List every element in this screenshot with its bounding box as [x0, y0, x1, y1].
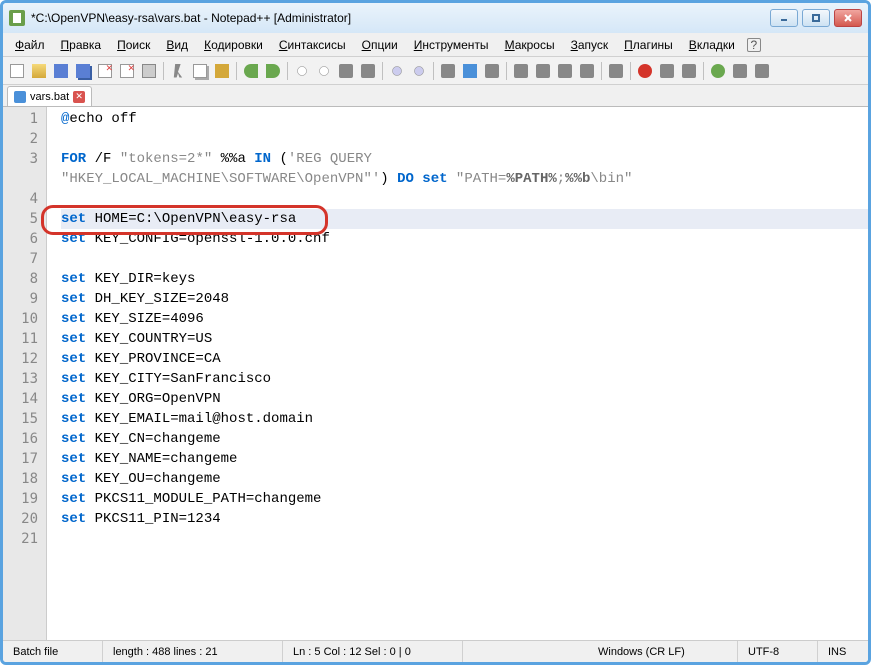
menu-инструменты[interactable]: Инструменты: [406, 35, 497, 55]
status-position: Ln : 5 Col : 12 Sel : 0 | 0: [283, 641, 463, 662]
code-line[interactable]: "HKEY_LOCAL_MACHINE\SOFTWARE\OpenVPN"') …: [61, 169, 868, 189]
toolbar-red-button[interactable]: [635, 61, 655, 81]
toolbar-gen-button[interactable]: [752, 61, 772, 81]
menu-синтаксисы[interactable]: Синтаксисы: [271, 35, 354, 55]
toolbar-close-button[interactable]: [95, 61, 115, 81]
code-line[interactable]: set HOME=C:\OpenVPN\easy-rsa: [61, 209, 868, 229]
code-content[interactable]: @echo off FOR /F "tokens=2*" %%a IN ('REG…: [47, 107, 868, 640]
maximize-button[interactable]: [802, 9, 830, 27]
toolbar-gen-button[interactable]: [577, 61, 597, 81]
code-line[interactable]: set KEY_OU=changeme: [61, 469, 868, 489]
tab-strip: vars.bat ✕: [3, 85, 868, 107]
code-line[interactable]: set KEY_CONFIG=openssl-1.0.0.cnf: [61, 229, 868, 249]
menu-плагины[interactable]: Плагины: [616, 35, 681, 55]
code-line[interactable]: set KEY_SIZE=4096: [61, 309, 868, 329]
status-length: length : 488 lines : 21: [103, 641, 283, 662]
toolbar-close-button[interactable]: [117, 61, 137, 81]
toolbar-gen-button[interactable]: [482, 61, 502, 81]
toolbar-redo-button[interactable]: [263, 61, 283, 81]
menubar: ФайлПравкаПоискВидКодировкиСинтаксисыОпц…: [3, 33, 868, 57]
code-line[interactable]: set PKCS11_PIN=1234: [61, 509, 868, 529]
code-line[interactable]: set KEY_EMAIL=mail@host.domain: [61, 409, 868, 429]
toolbar-open-button[interactable]: [29, 61, 49, 81]
toolbar-undo-button[interactable]: [241, 61, 261, 81]
code-line[interactable]: set KEY_COUNTRY=US: [61, 329, 868, 349]
code-line[interactable]: set KEY_ORG=OpenVPN: [61, 389, 868, 409]
toolbar-gen-button[interactable]: [679, 61, 699, 81]
menu-макросы[interactable]: Макросы: [497, 35, 563, 55]
status-eol[interactable]: Windows (CR LF): [588, 641, 738, 662]
code-line[interactable]: set KEY_CITY=SanFrancisco: [61, 369, 868, 389]
toolbar-gen-button[interactable]: [606, 61, 626, 81]
menu-вид[interactable]: Вид: [158, 35, 196, 55]
toolbar-new-button[interactable]: [7, 61, 27, 81]
menu-опции[interactable]: Опции: [354, 35, 406, 55]
minimize-button[interactable]: [770, 9, 798, 27]
toolbar-saveall-button[interactable]: [73, 61, 93, 81]
code-line[interactable]: set KEY_DIR=keys: [61, 269, 868, 289]
menu-файл[interactable]: Файл: [7, 35, 53, 55]
menu-запуск[interactable]: Запуск: [563, 35, 617, 55]
toolbar-copy-button[interactable]: [190, 61, 210, 81]
toolbar-gen-button[interactable]: [358, 61, 378, 81]
tab-varsbat[interactable]: vars.bat ✕: [7, 86, 92, 106]
toolbar-paste-button[interactable]: [212, 61, 232, 81]
code-line[interactable]: set KEY_PROVINCE=CA: [61, 349, 868, 369]
statusbar: Batch file length : 488 lines : 21 Ln : …: [3, 640, 868, 662]
code-line[interactable]: @echo off: [61, 109, 868, 129]
toolbar-print-button[interactable]: [139, 61, 159, 81]
line-gutter: 123456789101112131415161718192021: [3, 107, 47, 640]
menu-вкладки[interactable]: Вкладки: [681, 35, 743, 55]
toolbar-gen-button[interactable]: [730, 61, 750, 81]
code-line[interactable]: [61, 529, 868, 549]
window-title: *C:\OpenVPN\easy-rsa\vars.bat - Notepad+…: [31, 11, 770, 25]
menu-правка[interactable]: Правка: [53, 35, 110, 55]
toolbar-green-button[interactable]: [708, 61, 728, 81]
editor-area[interactable]: 123456789101112131415161718192021 @echo …: [3, 107, 868, 640]
status-mode[interactable]: INS: [818, 641, 868, 662]
close-button[interactable]: [834, 9, 862, 27]
code-line[interactable]: [61, 249, 868, 269]
toolbar-gen-button[interactable]: [555, 61, 575, 81]
tab-close-icon[interactable]: ✕: [73, 91, 85, 103]
code-line[interactable]: [61, 189, 868, 209]
tab-label: vars.bat: [30, 91, 69, 103]
status-filetype: Batch file: [3, 641, 103, 662]
code-line[interactable]: set DH_KEY_SIZE=2048: [61, 289, 868, 309]
file-icon: [14, 91, 26, 103]
titlebar[interactable]: *C:\OpenVPN\easy-rsa\vars.bat - Notepad+…: [3, 3, 868, 33]
toolbar-blue-button[interactable]: [460, 61, 480, 81]
code-line[interactable]: [61, 129, 868, 149]
menu-кодировки[interactable]: Кодировки: [196, 35, 271, 55]
code-line[interactable]: set PKCS11_MODULE_PATH=changeme: [61, 489, 868, 509]
code-line[interactable]: FOR /F "tokens=2*" %%a IN ('REG QUERY: [61, 149, 868, 169]
app-window: *C:\OpenVPN\easy-rsa\vars.bat - Notepad+…: [0, 0, 871, 665]
toolbar-cut-button[interactable]: [168, 61, 188, 81]
window-controls: [770, 9, 862, 27]
toolbar-zoom-button[interactable]: [387, 61, 407, 81]
code-line[interactable]: set KEY_CN=changeme: [61, 429, 868, 449]
menu-help-icon[interactable]: ?: [747, 38, 761, 52]
toolbar-gen-button[interactable]: [657, 61, 677, 81]
status-encoding[interactable]: UTF-8: [738, 641, 818, 662]
toolbar-save-button[interactable]: [51, 61, 71, 81]
app-icon: [9, 10, 25, 26]
code-line[interactable]: set KEY_NAME=changeme: [61, 449, 868, 469]
toolbar-gen-button[interactable]: [533, 61, 553, 81]
toolbar: [3, 57, 868, 85]
menu-поиск[interactable]: Поиск: [109, 35, 158, 55]
toolbar-gen-button[interactable]: [336, 61, 356, 81]
toolbar-gen-button[interactable]: [511, 61, 531, 81]
toolbar-zoom-button[interactable]: [409, 61, 429, 81]
toolbar-find-button[interactable]: [314, 61, 334, 81]
toolbar-find-button[interactable]: [292, 61, 312, 81]
toolbar-gen-button[interactable]: [438, 61, 458, 81]
